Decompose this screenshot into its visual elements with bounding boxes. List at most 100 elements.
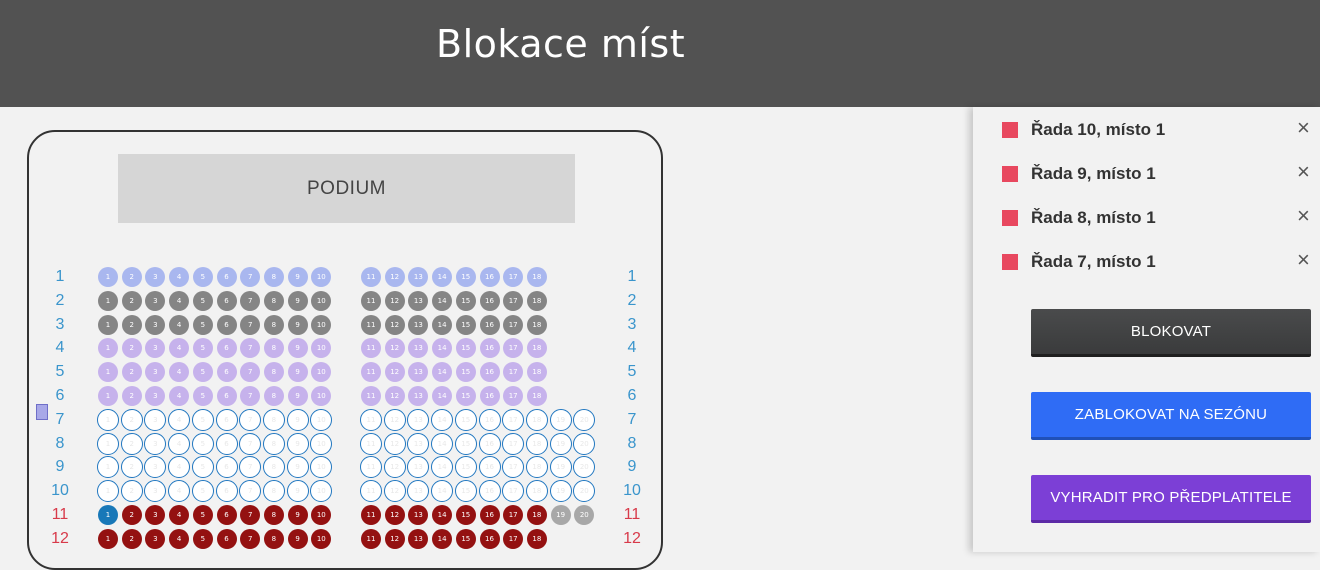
seat[interactable]: 16: [479, 314, 500, 335]
seat[interactable]: 6: [215, 456, 238, 479]
seat[interactable]: 19: [549, 456, 572, 479]
seat[interactable]: 1: [98, 267, 118, 287]
seat[interactable]: 5: [192, 362, 213, 383]
seat[interactable]: 18: [526, 362, 547, 383]
seat[interactable]: 19: [549, 432, 572, 455]
seat[interactable]: 17: [503, 314, 524, 335]
seat[interactable]: 4: [169, 505, 190, 525]
seat[interactable]: 9: [287, 290, 308, 311]
seat[interactable]: 8: [263, 290, 284, 311]
close-icon[interactable]: ×: [1297, 248, 1310, 272]
seat[interactable]: 4: [169, 290, 190, 311]
seat[interactable]: 16: [478, 408, 501, 431]
seat[interactable]: 18: [526, 386, 547, 406]
seat[interactable]: 11: [361, 386, 381, 406]
seat[interactable]: 12: [384, 338, 405, 359]
seat[interactable]: 17: [503, 528, 524, 549]
seat[interactable]: 3: [144, 432, 167, 455]
seat[interactable]: 15: [455, 267, 476, 287]
seat[interactable]: 10: [310, 432, 333, 455]
seat[interactable]: 5: [192, 290, 213, 311]
seat[interactable]: 8: [262, 432, 285, 455]
seat[interactable]: 5: [191, 432, 214, 455]
seat[interactable]: 9: [287, 338, 308, 359]
seat[interactable]: 10: [311, 314, 332, 335]
seat[interactable]: 2: [121, 505, 142, 525]
seat[interactable]: 2: [121, 362, 142, 383]
seat[interactable]: 1: [97, 432, 119, 455]
seat[interactable]: 1: [98, 386, 118, 406]
seat[interactable]: 4: [168, 432, 191, 455]
seat[interactable]: 18: [526, 314, 547, 335]
seat[interactable]: 6: [215, 408, 238, 431]
seat[interactable]: 12: [384, 290, 405, 311]
seat[interactable]: 9: [287, 528, 308, 549]
block-button[interactable]: BLOKOVAT: [1031, 309, 1311, 357]
seat[interactable]: 10: [310, 408, 333, 431]
seat[interactable]: 1: [98, 505, 118, 525]
seat[interactable]: 16: [479, 290, 500, 311]
seat[interactable]: 13: [407, 432, 430, 455]
seat[interactable]: 12: [384, 528, 405, 549]
seat[interactable]: 7: [239, 432, 262, 455]
close-icon[interactable]: ×: [1297, 204, 1310, 228]
seat[interactable]: 6: [216, 338, 237, 359]
seat[interactable]: 15: [454, 432, 477, 455]
seat[interactable]: 9: [286, 456, 309, 479]
seat[interactable]: 6: [216, 362, 237, 383]
seat[interactable]: 16: [479, 528, 500, 549]
seat[interactable]: 9: [287, 267, 308, 287]
seat[interactable]: 8: [263, 267, 284, 287]
seat[interactable]: 8: [263, 314, 284, 335]
seat[interactable]: 9: [286, 408, 309, 431]
seat[interactable]: 6: [215, 432, 238, 455]
seat[interactable]: 16: [479, 362, 500, 383]
seat[interactable]: 5: [192, 314, 213, 335]
seat[interactable]: 15: [455, 505, 476, 525]
seat[interactable]: 13: [408, 314, 429, 335]
seat[interactable]: 15: [455, 362, 476, 383]
seat[interactable]: 16: [478, 456, 501, 479]
seat[interactable]: 4: [169, 314, 190, 335]
seat[interactable]: 7: [240, 528, 261, 549]
seat[interactable]: 2: [120, 480, 143, 503]
close-icon[interactable]: ×: [1297, 116, 1310, 140]
seat[interactable]: 6: [215, 480, 238, 503]
seat[interactable]: 11: [361, 267, 381, 287]
seat[interactable]: 9: [287, 386, 308, 406]
block-season-button[interactable]: ZABLOKOVAT NA SEZÓNU: [1031, 392, 1311, 440]
seat[interactable]: 17: [502, 408, 525, 431]
seat[interactable]: 16: [479, 267, 500, 287]
seat[interactable]: 17: [503, 290, 524, 311]
seat[interactable]: 2: [121, 386, 142, 406]
seat[interactable]: 20: [573, 432, 596, 455]
seat[interactable]: 5: [192, 267, 213, 287]
seat[interactable]: 8: [263, 505, 284, 525]
seat[interactable]: 12: [384, 362, 405, 383]
seat[interactable]: 11: [360, 408, 382, 431]
seat[interactable]: 5: [192, 386, 213, 406]
seat[interactable]: 8: [262, 480, 285, 503]
seat[interactable]: 12: [384, 314, 405, 335]
seat[interactable]: 11: [360, 432, 382, 455]
seat[interactable]: 1: [98, 314, 118, 335]
seat[interactable]: 9: [287, 314, 308, 335]
seat[interactable]: 8: [263, 386, 284, 406]
seat[interactable]: 6: [216, 290, 237, 311]
seat[interactable]: 16: [479, 505, 500, 525]
seat[interactable]: 1: [97, 408, 119, 431]
seat[interactable]: 5: [192, 528, 213, 549]
seat[interactable]: 20: [573, 408, 596, 431]
seat[interactable]: 14: [432, 290, 453, 311]
seat[interactable]: 12: [383, 480, 406, 503]
seat[interactable]: 8: [263, 362, 284, 383]
seat[interactable]: 2: [121, 528, 142, 549]
seat[interactable]: 14: [432, 386, 453, 406]
seat[interactable]: 19: [549, 408, 572, 431]
seat[interactable]: 11: [361, 528, 381, 549]
seat[interactable]: 1: [98, 528, 118, 549]
seat[interactable]: 4: [169, 528, 190, 549]
seat[interactable]: 15: [455, 290, 476, 311]
seat[interactable]: 14: [432, 505, 453, 525]
seat[interactable]: 9: [286, 432, 309, 455]
